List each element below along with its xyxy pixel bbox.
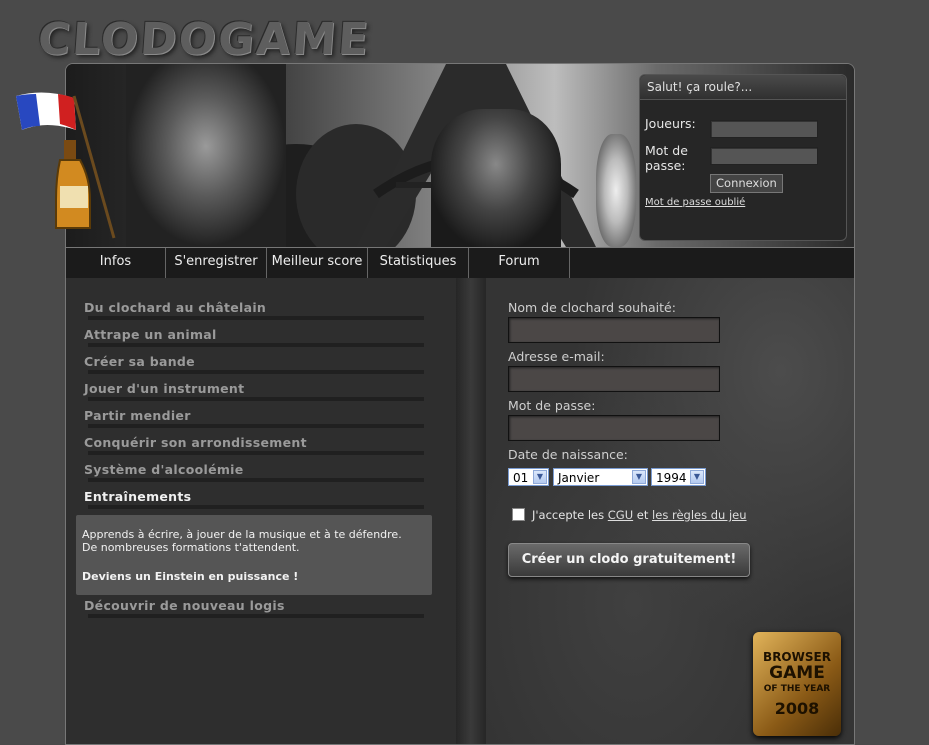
chevron-down-icon: ▼ bbox=[690, 470, 704, 484]
cgu-link[interactable]: CGU bbox=[608, 508, 633, 522]
password-label: Mot de passe: bbox=[508, 398, 596, 413]
man-with-beret-image bbox=[126, 64, 286, 247]
feature-description: Apprends à écrire, à jouer de la musique… bbox=[76, 515, 432, 595]
birth-day-value: 01 bbox=[513, 471, 529, 485]
and-text: et bbox=[636, 508, 649, 522]
nav-forum[interactable]: Forum bbox=[469, 248, 570, 278]
birth-year-select[interactable]: 1994 ▼ bbox=[651, 468, 706, 486]
site-logo[interactable]: CLODOGAME bbox=[36, 14, 372, 65]
username-label: Nom de clochard souhaité: bbox=[508, 300, 676, 315]
password-label-line2: passe: bbox=[645, 158, 686, 173]
create-account-button[interactable]: Créer un clodo gratuitement! bbox=[508, 543, 750, 577]
birthdate-label: Date de naissance: bbox=[508, 447, 628, 462]
features-column: Du clochard au châtelain Attrape un anim… bbox=[66, 278, 456, 744]
browser-game-award-badge: BROWSER GAME OF THE YEAR 2008 bbox=[753, 632, 841, 736]
feature-item-logis[interactable]: Découvrir de nouveau logis bbox=[84, 598, 424, 618]
login-panel: Salut! ça roule?... Joueurs: Mot de pass… bbox=[639, 74, 847, 241]
chevron-down-icon: ▼ bbox=[632, 470, 646, 484]
woman-image bbox=[596, 134, 636, 247]
badge-line2: GAME bbox=[769, 663, 825, 683]
password-input[interactable] bbox=[508, 415, 720, 441]
password-input[interactable] bbox=[710, 147, 818, 165]
forgot-password-link[interactable]: Mot de passe oublié bbox=[645, 197, 745, 208]
feature-item-bande[interactable]: Créer sa bande bbox=[84, 354, 424, 374]
email-label: Adresse e-mail: bbox=[508, 349, 605, 364]
accept-terms-text: J'accepte les CGU et les règles du jeu bbox=[532, 508, 747, 522]
chevron-down-icon: ▼ bbox=[533, 470, 547, 484]
username-input[interactable] bbox=[508, 317, 720, 343]
birth-day-select[interactable]: 01 ▼ bbox=[508, 468, 549, 486]
badge-line3: OF THE YEAR bbox=[763, 684, 831, 694]
nav-highscore[interactable]: Meilleur score bbox=[267, 248, 368, 278]
player-label: Joueurs: bbox=[645, 116, 696, 131]
nav-infos[interactable]: Infos bbox=[66, 248, 166, 278]
description-line1: Apprends à écrire, à jouer de la musique… bbox=[82, 528, 402, 541]
feature-item-instrument[interactable]: Jouer d'un instrument bbox=[84, 381, 424, 401]
accept-terms-checkbox[interactable] bbox=[512, 508, 525, 521]
password-label-line1: Mot de bbox=[645, 143, 688, 158]
description-line2: De nombreuses formations t'attendent. bbox=[82, 541, 300, 554]
feature-item-alcoolemie[interactable]: Système d'alcoolémie bbox=[84, 462, 424, 482]
rules-link[interactable]: les règles du jeu bbox=[652, 508, 747, 522]
nav-register[interactable]: S'enregistrer bbox=[166, 248, 267, 278]
badge-line1: BROWSER bbox=[763, 650, 831, 664]
birth-month-select[interactable]: Janvier ▼ bbox=[553, 468, 648, 486]
main-nav: Infos S'enregistrer Meilleur score Stati… bbox=[66, 247, 854, 279]
column-divider bbox=[456, 278, 486, 744]
birth-year-value: 1994 bbox=[656, 471, 687, 485]
accept-prefix: J'accepte les bbox=[532, 508, 605, 522]
feature-item-chatelain[interactable]: Du clochard au châtelain bbox=[84, 300, 424, 320]
main-frame: Salut! ça roule?... Joueurs: Mot de pass… bbox=[65, 63, 855, 745]
description-highlight: Deviens un Einstein en puissance ! bbox=[82, 570, 299, 583]
feature-item-arrondissement[interactable]: Conquérir son arrondissement bbox=[84, 435, 424, 455]
email-input[interactable] bbox=[508, 366, 720, 392]
header-banner: Salut! ça roule?... Joueurs: Mot de pass… bbox=[66, 64, 854, 247]
player-input[interactable] bbox=[710, 120, 818, 138]
flag-bottle-mascot-image bbox=[16, 92, 116, 239]
seated-man-image bbox=[431, 109, 561, 247]
login-header: Salut! ça roule?... bbox=[640, 75, 846, 100]
feature-item-entrainements[interactable]: Entraînements bbox=[84, 489, 424, 509]
feature-item-mendier[interactable]: Partir mendier bbox=[84, 408, 424, 428]
connect-button[interactable]: Connexion bbox=[710, 174, 783, 193]
badge-year: 2008 bbox=[774, 699, 820, 718]
feature-item-animal[interactable]: Attrape un animal bbox=[84, 327, 424, 347]
nav-statistics[interactable]: Statistiques bbox=[368, 248, 469, 278]
birth-month-value: Janvier bbox=[558, 471, 600, 485]
